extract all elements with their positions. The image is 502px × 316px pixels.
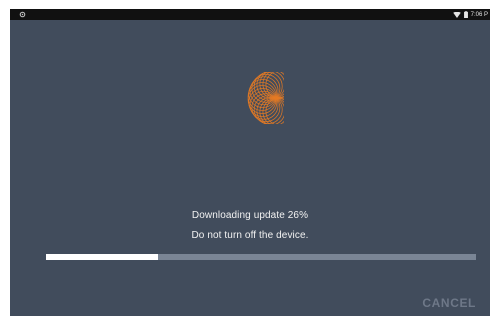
battery-icon (463, 11, 468, 18)
download-progress-bar (46, 254, 476, 260)
settings-icon (18, 10, 27, 19)
status-bar: 7:06 P (10, 9, 490, 20)
spirograph-logo-icon (232, 69, 295, 127)
status-indicators: 7:06 P (452, 9, 488, 20)
download-status-text: Downloading update 26% (191, 210, 309, 221)
status-time: 7:06 P (470, 11, 488, 18)
wifi-icon (452, 11, 461, 18)
download-progress-fill (46, 254, 158, 260)
warning-text: Do not turn off the device. (191, 230, 309, 241)
device-screen: 7:06 P Downloading update 26% Do not tur… (10, 9, 490, 316)
cancel-button[interactable]: CANCEL (422, 296, 476, 310)
